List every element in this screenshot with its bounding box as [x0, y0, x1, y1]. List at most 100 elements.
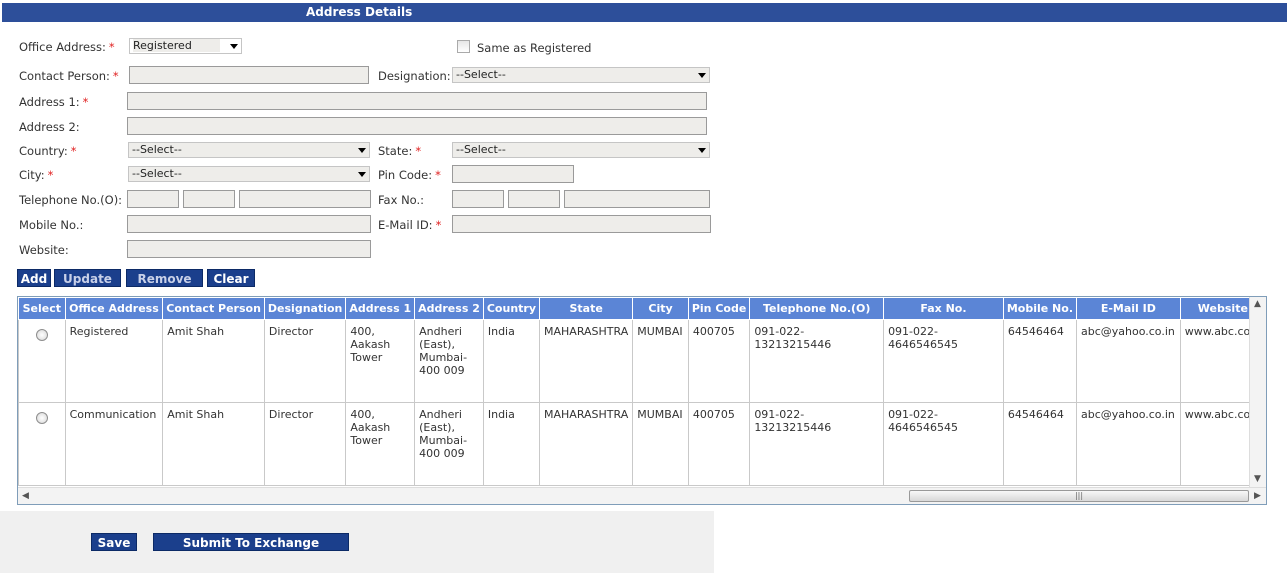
designation-cell: Director: [263, 402, 347, 486]
pin-code-cell: 400705: [687, 319, 751, 403]
country-cell: India: [482, 402, 541, 486]
scroll-thumb[interactable]: |||: [909, 490, 1249, 502]
update-button[interactable]: Update: [54, 269, 121, 287]
row-select-radio[interactable]: [35, 329, 48, 341]
column-header: Pin Code: [687, 297, 751, 320]
address-grid: Select Office Address Contact Person Des…: [17, 296, 1267, 505]
column-header: Select: [18, 297, 66, 320]
pin-code-label: Pin Code: *: [378, 168, 441, 182]
same-as-registered-label: Same as Registered: [477, 41, 592, 55]
add-button[interactable]: Add: [17, 269, 51, 287]
address1-label: Address 1: *: [19, 95, 89, 109]
contact-person-input[interactable]: [129, 66, 369, 84]
address1-cell: 400, Aakash Tower: [345, 319, 416, 403]
scroll-left-icon[interactable]: ◀: [22, 491, 29, 501]
chevron-down-icon: [358, 148, 366, 153]
table-row[interactable]: Registered Amit Shah Director 400, Aakas…: [18, 319, 1266, 403]
column-header: Mobile No.: [1002, 297, 1078, 320]
clear-button[interactable]: Clear: [207, 269, 255, 287]
chevron-down-icon: [358, 172, 366, 177]
address2-cell: Andheri (East), Mumbai-400 009: [414, 402, 484, 486]
telephone-cell: 091-022-13213215446: [749, 319, 885, 403]
state-cell: MAHARASHTRA: [539, 402, 634, 486]
address2-label: Address 2:: [19, 120, 80, 134]
state-select[interactable]: --Select--: [452, 142, 710, 158]
office-address-cell: Communication: [64, 402, 164, 486]
state-label: State: *: [378, 144, 422, 158]
telephone-area-code-input[interactable]: [183, 190, 235, 208]
mobile-cell: 64546464: [1002, 319, 1078, 403]
email-label: E-Mail ID: *: [378, 218, 442, 232]
contact-person-cell: Amit Shah: [162, 402, 265, 486]
column-header: Contact Person: [162, 297, 265, 320]
office-address-cell: Registered: [64, 319, 164, 403]
table-row[interactable]: Communication Amit Shah Director 400, Aa…: [18, 402, 1266, 486]
office-address-select[interactable]: Registered: [129, 38, 242, 54]
select-cell: [18, 319, 66, 403]
row-select-radio[interactable]: [35, 412, 48, 424]
fax-country-code-input[interactable]: [452, 190, 504, 208]
contact-person-cell: Amit Shah: [162, 319, 265, 403]
mobile-input[interactable]: [127, 215, 371, 233]
table-header-row: Select Office Address Contact Person Des…: [18, 297, 1266, 320]
scroll-right-icon[interactable]: ▶: [1254, 491, 1261, 501]
submit-to-exchange-button[interactable]: Submit To Exchange: [153, 533, 349, 551]
scroll-up-icon[interactable]: ▲: [1254, 299, 1261, 309]
email-cell: abc@yahoo.co.in: [1076, 402, 1181, 486]
telephone-cell: 091-022-13213215446: [749, 402, 885, 486]
address2-cell: Andheri (East), Mumbai-400 009: [414, 319, 484, 403]
country-select[interactable]: --Select--: [128, 142, 370, 158]
website-input[interactable]: [127, 240, 371, 258]
column-header: Fax No.: [883, 297, 1004, 320]
city-cell: MUMBAI: [632, 402, 689, 486]
scroll-down-icon[interactable]: ▼: [1254, 474, 1261, 484]
vertical-scrollbar[interactable]: ▲ ▼: [1249, 297, 1266, 488]
country-cell: India: [482, 319, 541, 403]
column-header: Office Address: [64, 297, 164, 320]
column-header: E-Mail ID: [1076, 297, 1181, 320]
fax-cell: 091-022-4646546545: [883, 402, 1004, 486]
telephone-label: Telephone No.(O):: [19, 193, 123, 207]
save-button[interactable]: Save: [91, 533, 137, 551]
email-cell: abc@yahoo.co.in: [1076, 319, 1181, 403]
address1-cell: 400, Aakash Tower: [345, 402, 416, 486]
same-as-registered-checkbox[interactable]: [457, 40, 470, 53]
designation-select[interactable]: --Select--: [452, 67, 710, 83]
mobile-cell: 64546464: [1002, 402, 1078, 486]
designation-cell: Director: [263, 319, 347, 403]
column-header: State: [539, 297, 634, 320]
select-cell: [18, 402, 66, 486]
chevron-down-icon: [698, 73, 706, 78]
fax-number-input[interactable]: [564, 190, 710, 208]
section-header: Address Details: [2, 3, 1287, 22]
city-select[interactable]: --Select--: [128, 166, 370, 182]
country-label: Country: *: [19, 144, 77, 158]
remove-button[interactable]: Remove: [126, 269, 203, 287]
website-label: Website:: [19, 243, 69, 257]
telephone-number-input[interactable]: [239, 190, 371, 208]
address1-input[interactable]: [127, 92, 707, 110]
office-address-label: Office Address: *: [19, 40, 115, 54]
chevron-down-icon: [698, 148, 706, 153]
column-header: Address 1: [345, 297, 416, 320]
horizontal-scrollbar[interactable]: ◀ ||| ▶: [18, 487, 1266, 504]
fax-area-code-input[interactable]: [508, 190, 560, 208]
fax-cell: 091-022-4646546545: [883, 319, 1004, 403]
column-header: Designation: [263, 297, 347, 320]
pin-code-cell: 400705: [687, 402, 751, 486]
state-cell: MAHARASHTRA: [539, 319, 634, 403]
address2-input[interactable]: [127, 117, 707, 135]
fax-label: Fax No.:: [378, 193, 425, 207]
column-header: Address 2: [414, 297, 484, 320]
column-header: Country: [482, 297, 541, 320]
column-header: City: [632, 297, 689, 320]
city-cell: MUMBAI: [632, 319, 689, 403]
chevron-down-icon: [230, 44, 238, 49]
address-table: Select Office Address Contact Person Des…: [18, 297, 1266, 486]
designation-label: Designation:: [378, 69, 451, 83]
email-input[interactable]: [452, 215, 711, 233]
city-label: City: *: [19, 168, 54, 182]
pin-code-input[interactable]: [452, 165, 574, 183]
telephone-country-code-input[interactable]: [127, 190, 179, 208]
mobile-label: Mobile No.:: [19, 218, 84, 232]
